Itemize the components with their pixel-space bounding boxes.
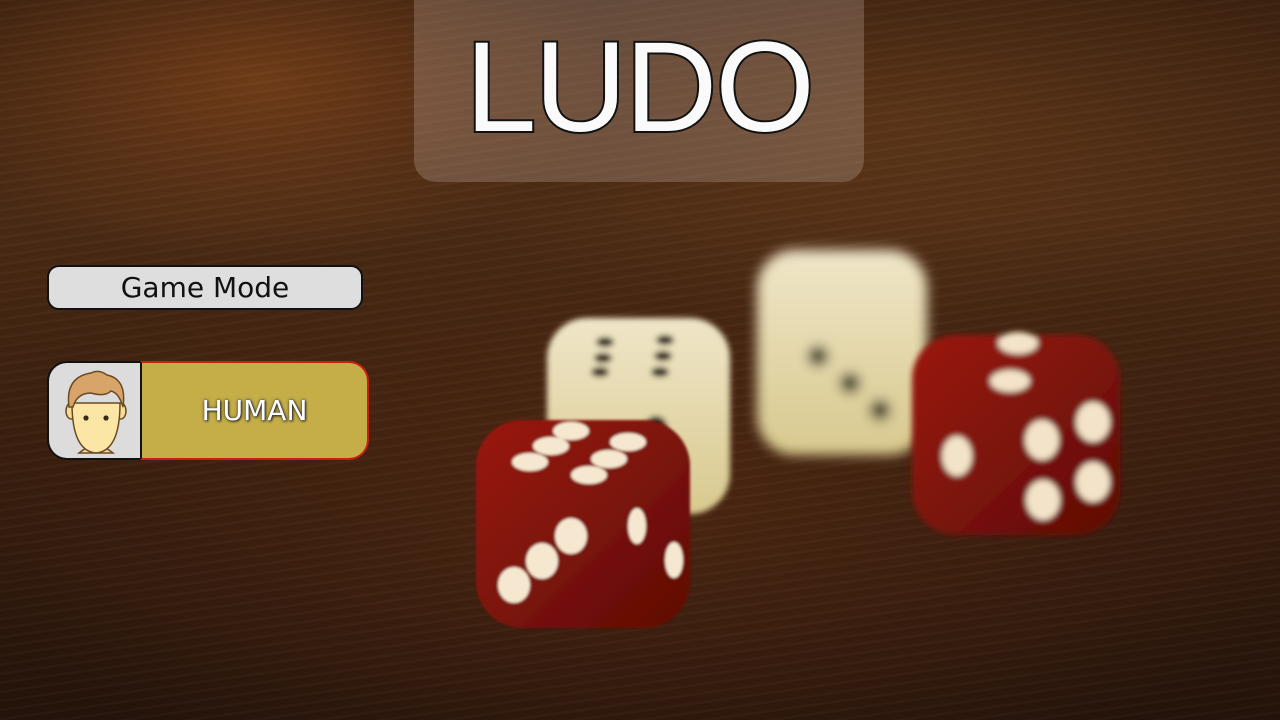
die-red-right: [912, 332, 1120, 535]
game-title: LUDO: [463, 16, 817, 160]
player-mode-selector[interactable]: HUMAN: [47, 361, 369, 460]
avatar[interactable]: [47, 361, 140, 460]
game-mode-label: Game Mode: [47, 265, 363, 310]
human-face-icon: [65, 370, 127, 454]
human-mode-button[interactable]: HUMAN: [140, 361, 369, 460]
die-red-front: [476, 420, 690, 628]
die-ivory-back: [757, 250, 927, 455]
